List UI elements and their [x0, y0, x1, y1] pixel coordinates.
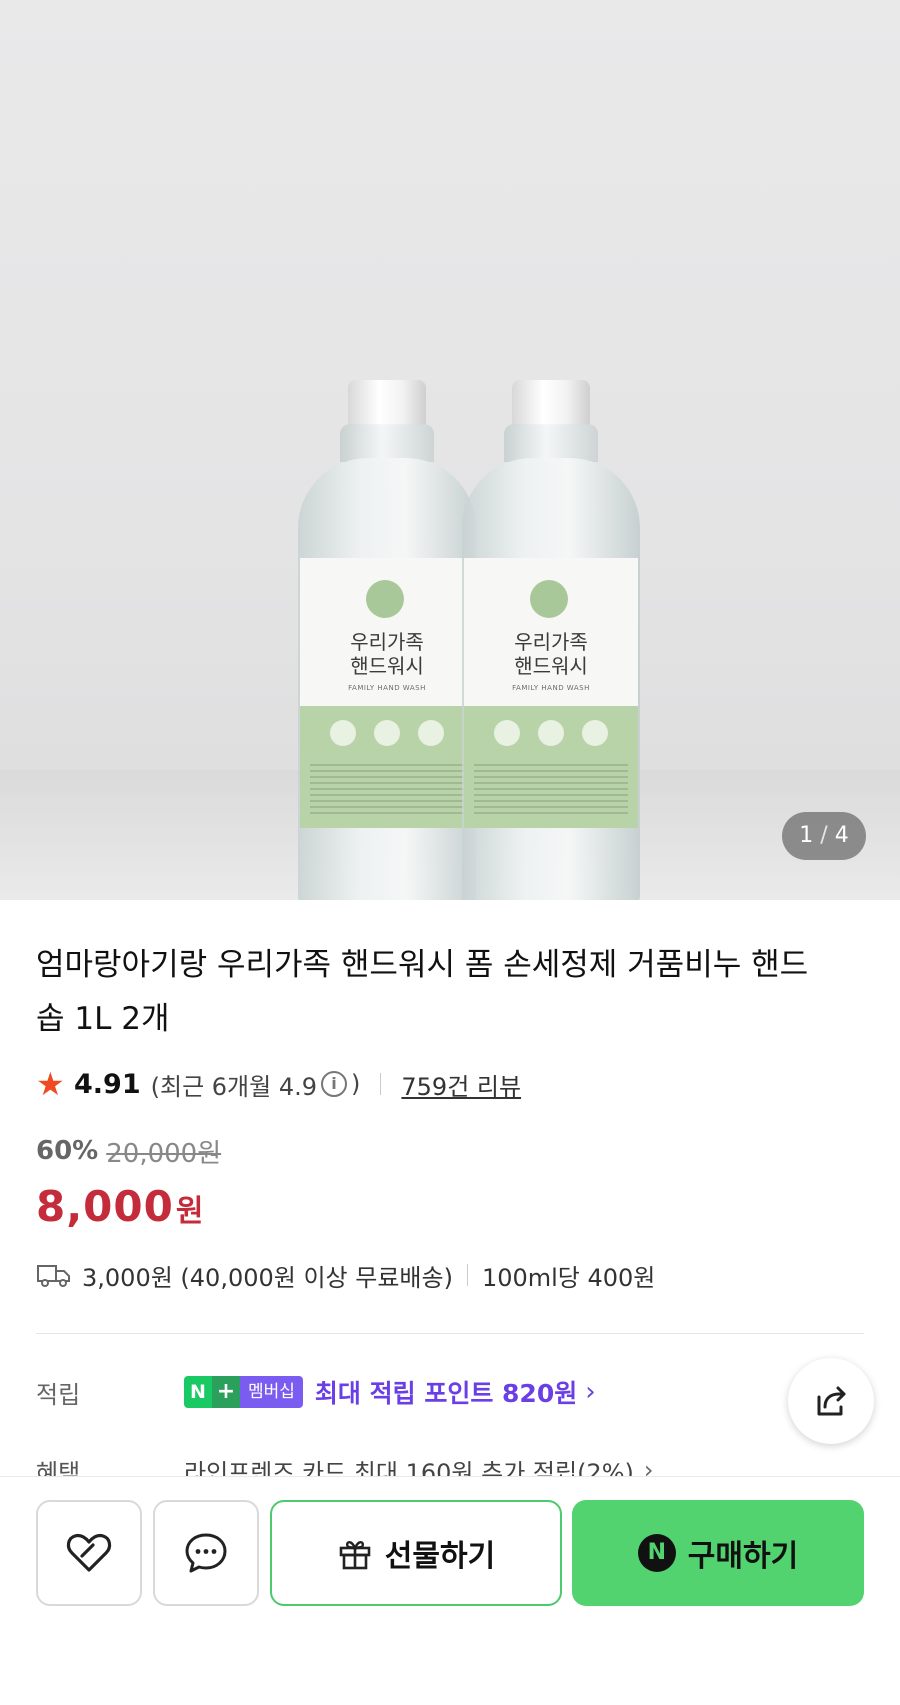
bottle-label-title: 우리가족 핸드워시 — [350, 630, 424, 678]
rating-row: ★ 4.91 (최근 6개월 4.9 i ) 759건 리뷰 — [36, 1064, 521, 1104]
sale-price: 8,000 원 — [36, 1182, 203, 1238]
gift-button[interactable]: 선물하기 — [270, 1500, 562, 1606]
buy-button-label: 구매하기 — [687, 1539, 799, 1574]
npay-icon: N — [637, 1534, 676, 1572]
points-label: 적립 — [36, 1380, 81, 1409]
review-count-link[interactable]: 759건 리뷰 — [401, 1067, 521, 1102]
bottle-label-subtitle: FAMILY HAND WASH — [512, 684, 590, 692]
bottle-label-subtitle: FAMILY HAND WASH — [348, 684, 426, 692]
section-divider — [36, 1333, 864, 1334]
shipping-row: 3,000원 (40,000원 이상 무료배송) 100ml당 400원 — [36, 1255, 655, 1295]
sale-price-value: 8,000 — [36, 1182, 174, 1231]
recent-rating-close: ) — [351, 1070, 361, 1098]
gallery-current: 1 — [799, 823, 814, 848]
gallery-page-counter: 1 / 4 — [782, 812, 866, 860]
brand-logo — [530, 580, 568, 618]
product-image-gallery[interactable]: 우리가족 핸드워시 FAMILY HAND WASH 우리가족 핸드워시 FAM… — [0, 0, 900, 900]
gallery-separator: / — [820, 823, 828, 848]
badge-n: N — [184, 1376, 212, 1408]
gift-button-label: 선물하기 — [384, 1539, 496, 1574]
heart-icon — [66, 1534, 112, 1572]
talk-button[interactable] — [153, 1500, 259, 1606]
chevron-right-icon: › — [585, 1377, 596, 1407]
bottom-action-bar: 선물하기 N 구매하기 — [0, 1476, 900, 1705]
points-row[interactable]: 적립 N + 멤버십 최대 적립 포인트 820원 › — [36, 1370, 596, 1414]
share-icon — [817, 1386, 846, 1416]
star-icon: ★ — [36, 1065, 65, 1103]
share-button[interactable] — [788, 1358, 874, 1444]
discount-row: 60% 20,000원 — [36, 1131, 221, 1171]
brand-logo — [366, 580, 404, 618]
unit-price: 100ml당 400원 — [481, 1263, 656, 1292]
truck-icon — [37, 1265, 70, 1287]
divider — [466, 1264, 468, 1286]
like-button[interactable] — [36, 1500, 142, 1606]
gift-icon — [339, 1541, 371, 1570]
divider — [380, 1073, 382, 1095]
badge-plus: + — [212, 1376, 240, 1408]
max-points-text: 최대 적립 포인트 820원 — [314, 1379, 578, 1408]
nplus-membership-badge: N + 멤버십 — [184, 1376, 303, 1408]
original-price: 20,000원 — [106, 1138, 222, 1169]
buy-button[interactable]: N 구매하기 — [572, 1500, 864, 1606]
product-title: 엄마랑아기랑 우리가족 핸드워시 폼 손세정제 거품비누 핸드솝 1L 2개 — [36, 947, 809, 1037]
sale-price-currency: 원 — [175, 1194, 204, 1229]
info-icon[interactable]: i — [321, 1071, 348, 1097]
badge-membership: 멤버십 — [240, 1376, 303, 1408]
chat-bubble-icon — [185, 1533, 227, 1573]
discount-rate: 60% — [36, 1136, 99, 1166]
shipping-fee: 3,000원 (40,000원 이상 무료배송) — [82, 1263, 453, 1292]
recent-rating: (최근 6개월 4.9 — [150, 1072, 318, 1101]
bottle-label-title: 우리가족 핸드워시 — [514, 630, 588, 678]
gallery-total: 4 — [834, 823, 849, 848]
rating-score: 4.91 — [74, 1068, 141, 1100]
